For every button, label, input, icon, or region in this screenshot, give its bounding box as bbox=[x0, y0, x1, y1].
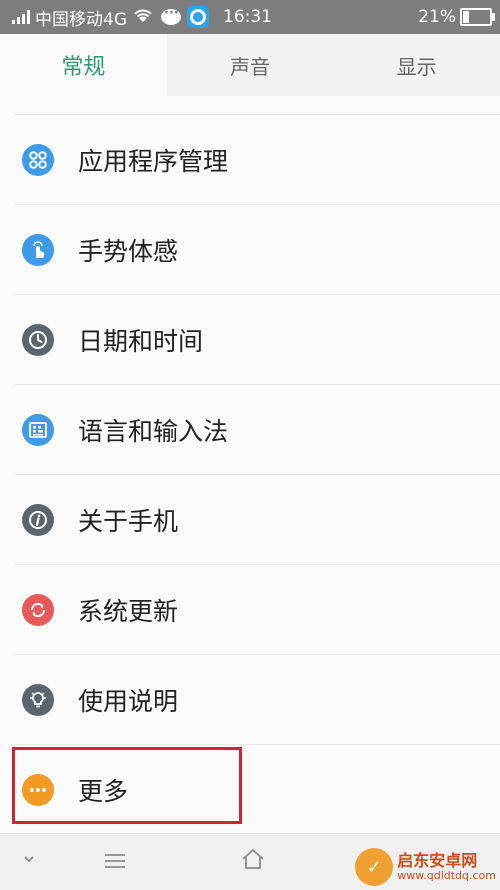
settings-item-about-phone[interactable]: 关于手机 bbox=[0, 475, 500, 565]
lightbulb-icon bbox=[22, 684, 54, 716]
clock-time: 16:31 bbox=[223, 7, 272, 27]
apps-icon bbox=[22, 144, 54, 176]
watermark-url: www.qdldtdq.com bbox=[397, 868, 496, 882]
watermark-title: 启东安卓网 bbox=[397, 851, 478, 871]
settings-tabs: 常规 声音 显示 bbox=[0, 34, 500, 96]
gesture-icon bbox=[22, 234, 54, 266]
settings-list: 应用程序管理 手势体感 日期和时间 语言和输入法 关于手机 系统更新 使用说明 … bbox=[0, 115, 500, 835]
tab-sound[interactable]: 声音 bbox=[166, 34, 334, 96]
refresh-icon bbox=[22, 594, 54, 626]
settings-item-label: 应用程序管理 bbox=[78, 147, 229, 176]
menu-icon[interactable] bbox=[103, 852, 127, 870]
tab-general[interactable]: 常规 bbox=[0, 34, 167, 96]
watermark: ✓ 启东安卓网 www.qdldtdq.com bbox=[355, 848, 496, 886]
settings-item-label: 系统更新 bbox=[78, 597, 179, 626]
settings-item-date-time[interactable]: 日期和时间 bbox=[0, 295, 500, 385]
settings-item-label: 手势体感 bbox=[78, 237, 179, 266]
settings-item-label: 关于手机 bbox=[78, 507, 179, 536]
carrier-label: 中国移动4G bbox=[35, 9, 127, 30]
settings-item-label: 语言和输入法 bbox=[78, 417, 229, 446]
clock-icon bbox=[22, 324, 54, 356]
settings-item-label: 日期和时间 bbox=[78, 327, 204, 356]
navigation-bar: ✓ 启东安卓网 www.qdldtdq.com bbox=[0, 833, 500, 890]
status-bar: 中国移动4G 16:31 21% bbox=[0, 0, 500, 34]
battery-icon bbox=[460, 8, 495, 26]
settings-item-label: 使用说明 bbox=[78, 687, 179, 716]
tab-spacer bbox=[0, 96, 500, 116]
settings-item-app-management[interactable]: 应用程序管理 bbox=[0, 115, 500, 205]
wifi-icon bbox=[133, 7, 153, 28]
settings-item-system-update[interactable]: 系统更新 bbox=[0, 565, 500, 655]
settings-item-user-guide[interactable]: 使用说明 bbox=[0, 655, 500, 745]
settings-item-gesture[interactable]: 手势体感 bbox=[0, 205, 500, 295]
settings-item-language-input[interactable]: 语言和输入法 bbox=[0, 385, 500, 475]
highlight-box bbox=[12, 747, 242, 824]
signal-icon bbox=[12, 10, 30, 24]
watermark-logo-icon: ✓ bbox=[355, 848, 394, 886]
keyboard-icon bbox=[22, 414, 54, 446]
app-icon bbox=[187, 6, 209, 28]
chat-icon bbox=[161, 6, 181, 25]
chevron-down-icon[interactable] bbox=[22, 854, 36, 864]
home-icon[interactable] bbox=[240, 847, 266, 871]
battery-percent: 21% bbox=[418, 7, 456, 27]
tab-display[interactable]: 显示 bbox=[333, 34, 500, 96]
info-icon bbox=[22, 504, 54, 536]
